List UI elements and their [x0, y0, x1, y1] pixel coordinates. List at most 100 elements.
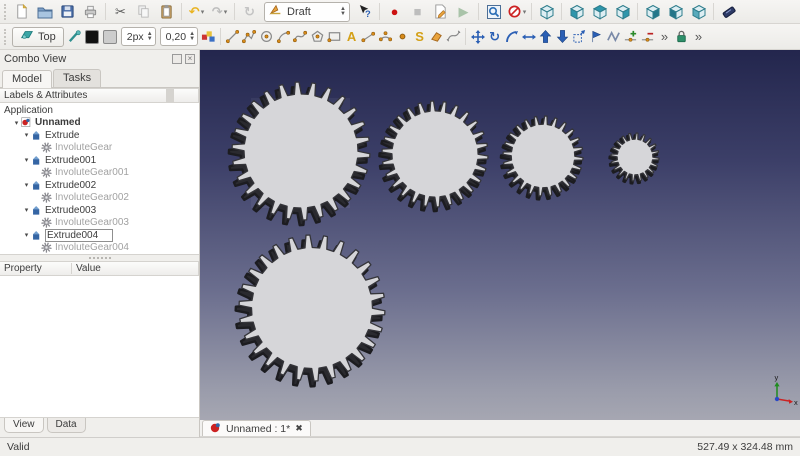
draft-facebinder-button[interactable] [428, 27, 445, 47]
draft-trim-button[interactable] [520, 27, 537, 47]
gear-InvoluteGear001[interactable] [379, 101, 488, 211]
macro-record-button[interactable]: ● [383, 2, 406, 22]
gear-icon [41, 167, 53, 178]
gear-InvoluteGear002[interactable] [501, 116, 583, 199]
view-top-button[interactable] [588, 2, 611, 22]
draft-rotate-button[interactable]: ↻ [486, 27, 503, 47]
tree-item-Unnamed[interactable]: ▾Unnamed [0, 117, 199, 130]
toolbar-overflow-left[interactable]: » [656, 27, 673, 47]
3d-viewport[interactable]: y x [200, 50, 800, 420]
float-panel-icon[interactable] [172, 54, 182, 64]
expander-icon[interactable]: ▾ [22, 231, 31, 239]
view-axonometric-button[interactable] [535, 2, 558, 22]
draft-arc-3points-button[interactable] [377, 27, 394, 47]
tree-item-Extrude002[interactable]: ▾Extrude002 [0, 179, 199, 192]
standard-toolbar-grip[interactable] [4, 4, 7, 20]
draft-upgrade-button[interactable] [537, 27, 554, 47]
tab-data[interactable]: Data [47, 418, 86, 433]
draw-style-button[interactable]: ▾ [505, 2, 528, 22]
line-color-swatch[interactable] [85, 30, 99, 44]
measure-distance-button[interactable] [717, 2, 740, 22]
tree-item-Extrude004[interactable]: ▾Extrude004 [0, 229, 199, 242]
draft-circle-button[interactable] [258, 27, 275, 47]
draft-add-point-button[interactable] [622, 27, 639, 47]
property-column-header[interactable]: Property [0, 263, 72, 274]
tree-item-InvoluteGear004[interactable]: InvoluteGear004 [0, 242, 199, 255]
tree-item-Application[interactable]: Application [0, 104, 199, 117]
workbench-selector[interactable]: Draft▲▼ [264, 2, 350, 22]
expander-icon[interactable]: ▾ [22, 156, 31, 164]
text-scale-spinbox[interactable]: 0,20▲▼ [160, 27, 198, 46]
close-panel-icon[interactable]: × [185, 54, 195, 64]
undo-button[interactable]: ↶▾ [185, 2, 208, 22]
draft-edit-button[interactable] [588, 27, 605, 47]
document-tab[interactable]: Unnamed : 1* ✖ [202, 420, 311, 436]
tab-tasks[interactable]: Tasks [53, 69, 101, 87]
refresh-button[interactable]: ↻ [238, 2, 261, 22]
save-button[interactable] [56, 2, 79, 22]
paste-button[interactable] [155, 2, 178, 22]
view-right-button[interactable] [611, 2, 634, 22]
expander-icon[interactable]: ▾ [22, 131, 31, 139]
lock-toggle-button[interactable] [673, 27, 690, 47]
expander-icon[interactable]: ▾ [22, 181, 31, 189]
line-width-spinbox[interactable]: 2px▲▼ [121, 27, 156, 46]
tree-item-InvoluteGear[interactable]: InvoluteGear [0, 142, 199, 155]
draft-downgrade-button[interactable] [554, 27, 571, 47]
fit-all-button[interactable] [482, 2, 505, 22]
tree-item-Extrude001[interactable]: ▾Extrude001 [0, 154, 199, 167]
draft-toolbar-grip[interactable] [4, 29, 7, 45]
draft-bspline-button[interactable] [292, 27, 309, 47]
working-plane-button[interactable]: Top [12, 27, 64, 47]
expander-icon[interactable]: ▾ [22, 206, 31, 214]
redo-button[interactable]: ↷▾ [208, 2, 231, 22]
print-button[interactable] [79, 2, 102, 22]
draft-dimension-button[interactable] [360, 27, 377, 47]
tree-item-Extrude[interactable]: ▾Extrude [0, 129, 199, 142]
view-bottom-button[interactable] [664, 2, 687, 22]
draft-shapestring-button[interactable]: S [411, 27, 428, 47]
apply-style-button[interactable] [200, 27, 217, 47]
expander-icon[interactable]: ▾ [12, 119, 21, 127]
view-front-button[interactable] [565, 2, 588, 22]
draft-offset-button[interactable] [503, 27, 520, 47]
draft-wire-join-button[interactable] [605, 27, 622, 47]
close-tab-icon[interactable]: ✖ [295, 423, 303, 434]
draft-rectangle-button[interactable] [326, 27, 343, 47]
view-rear-button[interactable] [641, 2, 664, 22]
copy-button[interactable] [132, 2, 155, 22]
whats-this-button[interactable]: ? [353, 2, 376, 22]
tree-item-InvoluteGear003[interactable]: InvoluteGear003 [0, 217, 199, 230]
draft-scale-button[interactable] [571, 27, 588, 47]
cut-button[interactable]: ✂ [109, 2, 132, 22]
draft-wire-button[interactable] [241, 27, 258, 47]
draft-text-button[interactable]: A [343, 27, 360, 47]
draft-move-button[interactable] [469, 27, 486, 47]
face-color-swatch[interactable] [103, 30, 117, 44]
tab-model[interactable]: Model [2, 70, 52, 88]
new-file-button[interactable] [10, 2, 33, 22]
gear-InvoluteGear003[interactable] [610, 133, 659, 183]
draft-bezier-button[interactable] [445, 27, 462, 47]
gear-InvoluteGear004[interactable] [236, 235, 385, 386]
column-divider[interactable] [166, 89, 174, 102]
tree-item-InvoluteGear001[interactable]: InvoluteGear001 [0, 167, 199, 180]
tab-view[interactable]: View [4, 418, 44, 433]
macro-stop-button[interactable]: ■ [406, 2, 429, 22]
macro-play-button[interactable]: ▶ [452, 2, 475, 22]
draft-remove-point-button[interactable] [639, 27, 656, 47]
open-file-button[interactable] [33, 2, 56, 22]
tree-column-header[interactable]: Labels & Attributes [0, 88, 199, 103]
draft-arc-button[interactable] [275, 27, 292, 47]
construction-mode-toggle[interactable] [66, 27, 83, 47]
draft-polygon-button[interactable] [309, 27, 326, 47]
macro-edit-button[interactable] [429, 2, 452, 22]
draft-line-button[interactable] [224, 27, 241, 47]
tree-item-Extrude003[interactable]: ▾Extrude003 [0, 204, 199, 217]
value-column-header[interactable]: Value [72, 263, 105, 274]
view-left-button[interactable] [687, 2, 710, 22]
draft-point-button[interactable] [394, 27, 411, 47]
toolbar-overflow-right[interactable]: » [690, 27, 707, 47]
property-editor[interactable] [0, 276, 199, 418]
tree-item-InvoluteGear002[interactable]: InvoluteGear002 [0, 192, 199, 205]
